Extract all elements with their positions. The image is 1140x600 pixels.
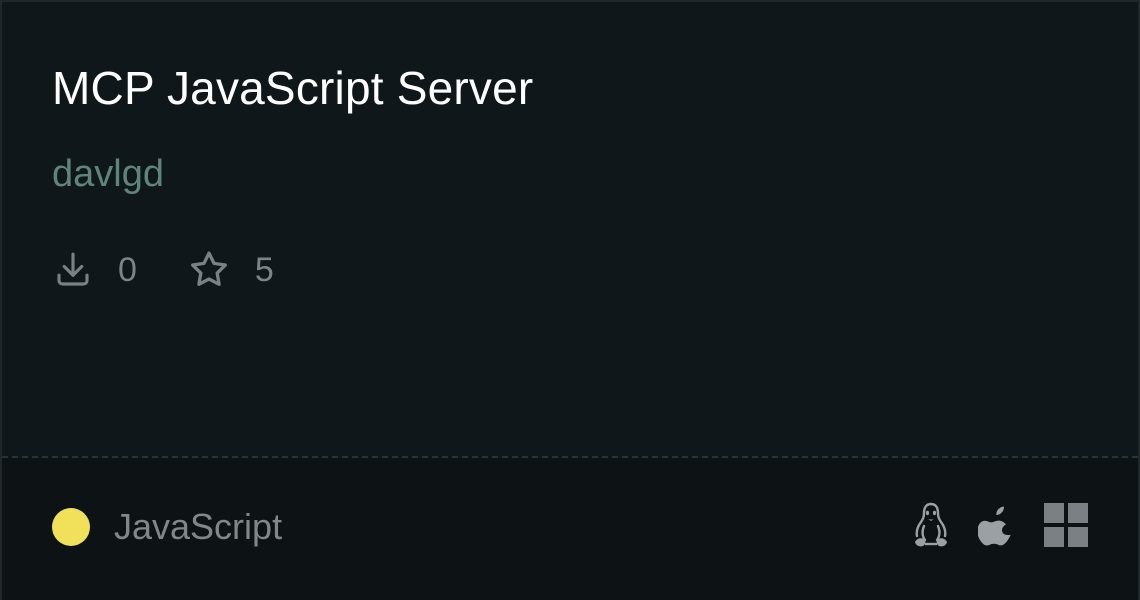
star-icon <box>187 248 231 292</box>
author-link[interactable]: davlgd <box>52 152 164 196</box>
platform-icons <box>912 502 1088 553</box>
server-card[interactable]: MCP JavaScript Server davlgd 0 5 JavaScr… <box>0 0 1140 600</box>
downloads-stat: 0 <box>52 249 137 291</box>
downloads-count: 0 <box>118 251 137 289</box>
card-body: MCP JavaScript Server davlgd 0 5 <box>2 2 1138 456</box>
card-footer: JavaScript <box>2 458 1138 600</box>
windows-icon <box>1044 502 1088 552</box>
language-label: JavaScript <box>114 506 283 547</box>
stars-count: 5 <box>254 251 274 289</box>
stats-row: 0 5 <box>52 248 274 292</box>
language-color-dot <box>52 508 90 546</box>
download-icon <box>52 249 94 291</box>
linux-icon <box>912 502 950 553</box>
apple-icon <box>977 503 1016 552</box>
server-title[interactable]: MCP JavaScript Server <box>52 62 533 114</box>
stars-stat: 5 <box>187 248 274 292</box>
